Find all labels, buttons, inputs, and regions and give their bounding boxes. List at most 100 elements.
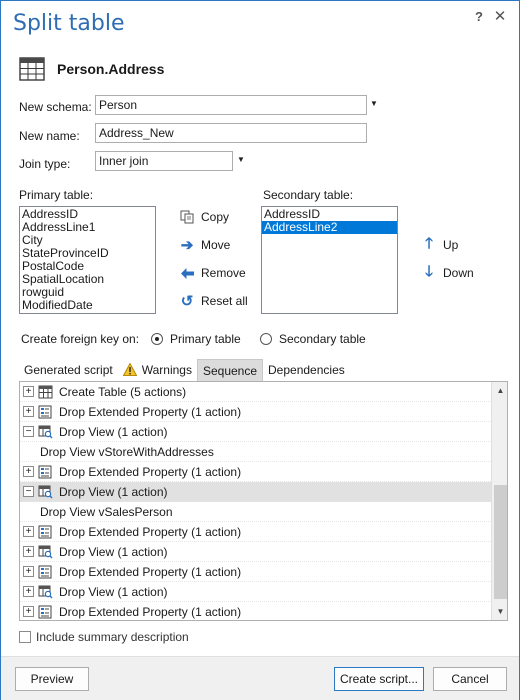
sequence-group-row[interactable]: + Drop View (1 action) [20,542,491,562]
list-item[interactable]: ModifiedDate [22,299,153,312]
view-icon [38,425,59,439]
tab-bar: Generated script Warnings Sequence Depen… [19,359,350,381]
radio-selected-icon [151,333,163,345]
sequence-row-label: Create Table (5 actions) [59,384,187,399]
tab-sequence[interactable]: Sequence [196,359,264,381]
reset-icon: ↺ [180,293,194,310]
dialog-title: Split table [13,11,125,36]
secondary-table-radio[interactable]: Secondary table [260,332,366,346]
sequence-group-row[interactable]: − Drop View (1 action) [20,422,491,442]
expand-icon[interactable]: + [23,526,34,537]
schema-dropdown-icon[interactable]: ▼ [370,99,382,111]
move-button[interactable]: ➔ Move [179,237,231,254]
include-summary-checkbox[interactable]: Include summary description [19,630,189,644]
expand-icon[interactable]: + [23,566,34,577]
sequence-group-row[interactable]: − Drop View (1 action) [20,482,491,502]
sequence-row-label: Drop Extended Property (1 action) [59,464,242,479]
up-button[interactable]: 🡑 Up [421,234,459,253]
sequence-group-row[interactable]: + Drop View (1 action) [20,582,491,602]
tab-generated-script[interactable]: Generated script [19,359,118,381]
sequence-group-row[interactable]: + Drop Extended Property (1 action) [20,562,491,582]
list-item-selected[interactable]: AddressLine2 [262,221,397,234]
sequence-row-label: Drop Extended Property (1 action) [59,564,242,579]
sequence-row-label: Drop View (1 action) [59,584,168,599]
name-label: New name: [19,129,80,143]
tab-label: Generated script [24,363,113,377]
tab-label: Sequence [202,364,258,378]
move-label: Move [201,238,231,252]
schema-label: New schema: [19,100,92,114]
view-icon [38,585,59,599]
view-icon [38,545,59,559]
scrollbar-thumb[interactable] [494,485,507,599]
table-icon [38,385,59,399]
tab-dependencies[interactable]: Dependencies [263,359,350,381]
primary-table-list[interactable]: AddressID AddressLine1 City StateProvinc… [19,206,156,314]
expand-icon[interactable]: + [23,466,34,477]
extended-property-icon [38,405,59,419]
down-button[interactable]: 🡓 Down [421,262,474,281]
preview-button[interactable]: Preview [15,667,89,691]
join-type-field[interactable]: Inner join [95,151,233,171]
tab-label: Dependencies [268,363,345,377]
sequence-group-row[interactable]: + Create Table (5 actions) [20,382,491,402]
sequence-group-row[interactable]: + Drop Extended Property (1 action) [20,402,491,422]
sequence-action-item[interactable]: Drop View vStoreWithAddresses [20,442,491,462]
sequence-row-label: Drop View (1 action) [59,424,168,439]
warning-icon [122,363,137,376]
table-icon [19,57,45,81]
arrow-down-icon: 🡓 [425,262,433,280]
arrow-right-icon: ➔ [180,237,194,254]
sequence-row-label: Drop View vStoreWithAddresses [40,444,214,459]
down-label: Down [443,266,474,280]
copy-icon [179,209,195,225]
sequence-group-row[interactable]: + Drop Extended Property (1 action) [20,602,491,620]
extended-property-icon [38,525,59,539]
create-script-button[interactable]: Create script... [334,667,424,691]
vertical-scrollbar[interactable]: ▲ ▼ [491,382,507,620]
expand-icon[interactable]: + [23,546,34,557]
sequence-row-label: Drop View (1 action) [59,544,168,559]
include-summary-label: Include summary description [36,630,189,644]
scroll-up-icon[interactable]: ▲ [492,382,507,399]
split-table-dialog: Split table ? ✕ Person.Address New schem… [0,0,520,700]
join-type-dropdown-icon[interactable]: ▼ [237,155,249,167]
expand-icon[interactable]: + [23,386,34,397]
sequence-row-label: Drop Extended Property (1 action) [59,404,242,419]
sequence-group-row[interactable]: + Drop Extended Property (1 action) [20,462,491,482]
primary-table-radio[interactable]: Primary table [151,332,241,346]
sequence-action-item[interactable]: Drop View vSalesPerson [20,502,491,522]
expand-icon[interactable]: + [23,606,34,617]
foreign-key-label: Create foreign key on: [21,332,140,346]
name-field[interactable]: Address_New [95,123,367,143]
close-button[interactable]: ✕ [491,7,509,25]
remove-button[interactable]: Remove [179,265,246,281]
scroll-down-icon[interactable]: ▼ [492,603,507,620]
reset-all-label: Reset all [201,294,248,308]
sequence-row-label: Drop View vSalesPerson [40,504,173,519]
reset-all-button[interactable]: ↺ Reset all [179,293,248,310]
secondary-table-list[interactable]: AddressID AddressLine2 [261,206,398,314]
table-name: Person.Address [57,61,165,77]
tab-label: Warnings [141,363,192,377]
help-button[interactable]: ? [471,9,487,25]
schema-field[interactable]: Person [95,95,367,115]
sequence-tree[interactable]: + Drop Extended Property (1 action) + Drop … [19,381,508,621]
checkbox-icon [19,631,31,643]
tab-warnings[interactable]: Warnings [118,359,197,381]
copy-button[interactable]: Copy [179,209,229,225]
sequence-group-row[interactable]: + Drop Extended Property (1 action) [20,522,491,542]
primary-table-label: Primary table: [19,188,94,202]
up-label: Up [443,238,459,252]
collapse-icon[interactable]: − [23,486,34,497]
extended-property-icon [38,605,59,619]
expand-icon[interactable]: + [23,586,34,597]
sequence-row-label: Drop Extended Property (1 action) [59,524,242,539]
collapse-icon[interactable]: − [23,426,34,437]
remove-label: Remove [201,266,246,280]
expand-icon[interactable]: + [23,406,34,417]
cancel-button[interactable]: Cancel [433,667,507,691]
arrow-up-icon: 🡑 [425,234,433,252]
extended-property-icon [38,465,59,479]
radio-unselected-icon [260,333,272,345]
